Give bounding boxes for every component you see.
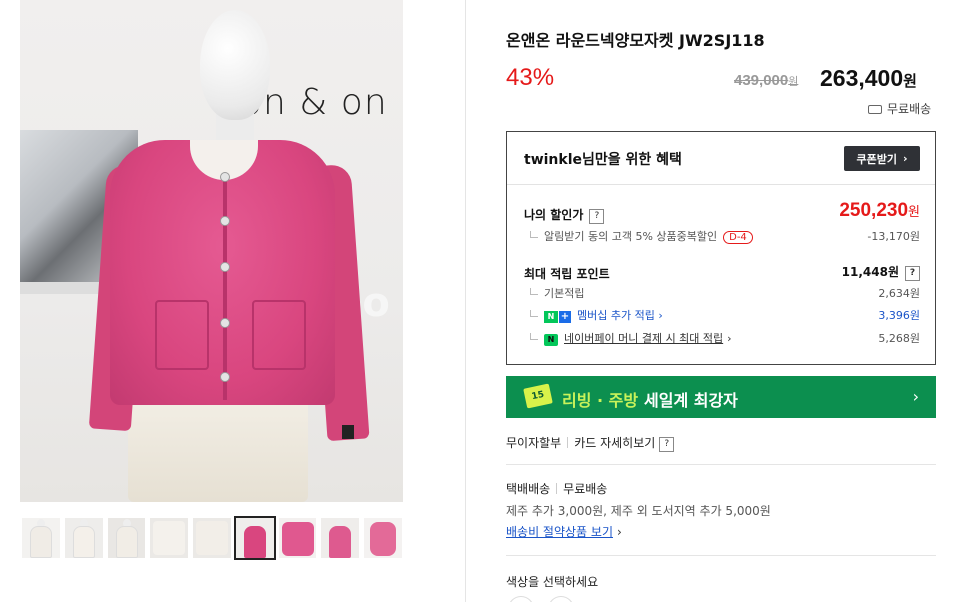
help-icon[interactable]: ?	[659, 437, 675, 452]
basic-points-row: 기본적립 2,634원	[524, 285, 920, 301]
tree-elbow-icon	[530, 310, 538, 317]
basic-points-value: 2,634원	[878, 287, 920, 300]
main-product-image[interactable]: on & on Joo	[20, 0, 403, 502]
jacket-pocket-left	[155, 300, 209, 370]
color-swatch[interactable]	[508, 596, 534, 602]
jacket-button	[220, 216, 230, 226]
promo-highlight: 리빙 · 주방	[562, 391, 639, 410]
card-detail-link[interactable]: 카드 자세히보기	[574, 436, 655, 450]
npay-points-value: 5,268원	[878, 332, 920, 345]
npay-icon: N	[544, 334, 558, 346]
chevron-right-icon: ›	[912, 387, 919, 406]
section-divider	[506, 555, 936, 556]
tree-elbow-icon	[530, 288, 538, 295]
jacket-button	[220, 262, 230, 272]
thumbnail[interactable]	[321, 518, 360, 558]
mannequin-pants	[128, 390, 308, 502]
basic-points-label: 기본적립	[544, 287, 585, 300]
shipping-extra-fee: 제주 추가 3,000원, 제주 외 도서지역 추가 5,000원	[506, 504, 771, 518]
divider	[556, 483, 558, 494]
divider	[567, 437, 569, 448]
color-select-prompt: 색상을 선택하세요	[506, 575, 599, 589]
mannequin-head	[200, 10, 270, 120]
chevron-right-icon: ›	[617, 525, 622, 539]
thumbnail[interactable]	[64, 518, 103, 558]
npay-points-row: N 네이버페이 머니 결제 시 최대 적립 › 5,268원	[524, 330, 920, 346]
benefit-title: twinkle님만을 위한 혜택	[524, 152, 682, 168]
jacket-placket	[223, 178, 227, 400]
points-label: 최대 적립 포인트	[524, 267, 610, 281]
promo-banner[interactable]: 15 리빙 · 주방 세일계 최강자 ›	[506, 376, 936, 418]
my-price-label: 나의 할인가	[524, 208, 584, 222]
naver-n-icon: N	[544, 311, 558, 323]
thumbnail-active[interactable]	[233, 516, 276, 560]
my-price-value: 250,230원	[839, 200, 920, 221]
jacket-pocket-right	[252, 300, 306, 370]
color-swatch[interactable]	[548, 596, 574, 602]
shipping-row: 택배배송 무료배송	[506, 480, 607, 497]
membership-link[interactable]: 멤버십 추가 적립 ›	[577, 309, 663, 322]
discount-rate: 43%	[506, 64, 555, 91]
tree-elbow-icon	[530, 333, 538, 340]
help-icon[interactable]: ?	[905, 266, 920, 281]
product-title: 온앤온 라운드넥양모자켓 JW2SJ118	[506, 31, 765, 50]
thumbnail[interactable]	[278, 518, 317, 558]
thumbnail[interactable]	[107, 518, 146, 558]
membership-points-row: N + 멤버십 추가 적립 › 3,396원	[524, 307, 920, 323]
jacket-button	[220, 172, 230, 182]
promo-text: 세일계 최강자	[644, 391, 738, 410]
benefit-header: twinkle님만을 위한 혜택 쿠폰받기 ›	[507, 132, 935, 185]
my-price-row: 나의 할인가? 250,230원	[524, 200, 920, 226]
sleeve-tag	[342, 425, 354, 439]
alert-discount-label: 알림받기 동의 고객 5% 상품중복할인	[544, 230, 718, 243]
promo-badge-icon: 15	[523, 383, 553, 409]
sale-price: 263,400원	[820, 65, 917, 91]
installment-row: 무이자할부 카드 자세히보기?	[506, 434, 675, 452]
thumbnail[interactable]	[193, 518, 231, 558]
alert-discount-value: -13,170원	[867, 230, 920, 243]
thumbnail[interactable]	[150, 518, 189, 558]
help-icon[interactable]: ?	[589, 209, 605, 224]
shipping-type: 택배배송	[506, 482, 551, 496]
alert-discount-row: 알림받기 동의 고객 5% 상품중복할인 D-4 -13,170원	[524, 228, 920, 244]
chevron-right-icon: ›	[902, 152, 908, 165]
thumbnail[interactable]	[22, 518, 60, 558]
benefit-box: twinkle님만을 위한 혜택 쿠폰받기 › 나의 할인가? 250,230원 …	[506, 131, 936, 365]
npay-link[interactable]: 네이버페이 머니 결제 시 최대 적립	[564, 332, 723, 345]
original-price: 439,000원	[734, 72, 799, 89]
free-shipping-label: 무료배송	[868, 100, 931, 117]
truck-icon	[868, 105, 882, 114]
points-row: 최대 적립 포인트 11,448원?	[524, 263, 920, 282]
membership-points-value: 3,396원	[878, 309, 920, 322]
points-total: 11,448원?	[842, 263, 920, 281]
jacket-button	[220, 318, 230, 328]
tree-elbow-icon	[530, 231, 538, 238]
section-divider	[506, 464, 936, 465]
plus-icon: +	[559, 311, 571, 323]
jacket-button	[220, 372, 230, 382]
installment-label: 무이자할부	[506, 436, 562, 450]
thumbnail[interactable]	[364, 518, 403, 558]
shipping-fee: 무료배송	[563, 482, 608, 496]
thumbnail-strip	[22, 516, 403, 560]
coupon-button[interactable]: 쿠폰받기 ›	[844, 146, 920, 171]
shipping-saving-link[interactable]: 배송비 절약상품 보기 ›	[506, 523, 622, 540]
product-gallery: on & on Joo	[0, 0, 466, 602]
d-day-badge: D-4	[723, 231, 753, 244]
